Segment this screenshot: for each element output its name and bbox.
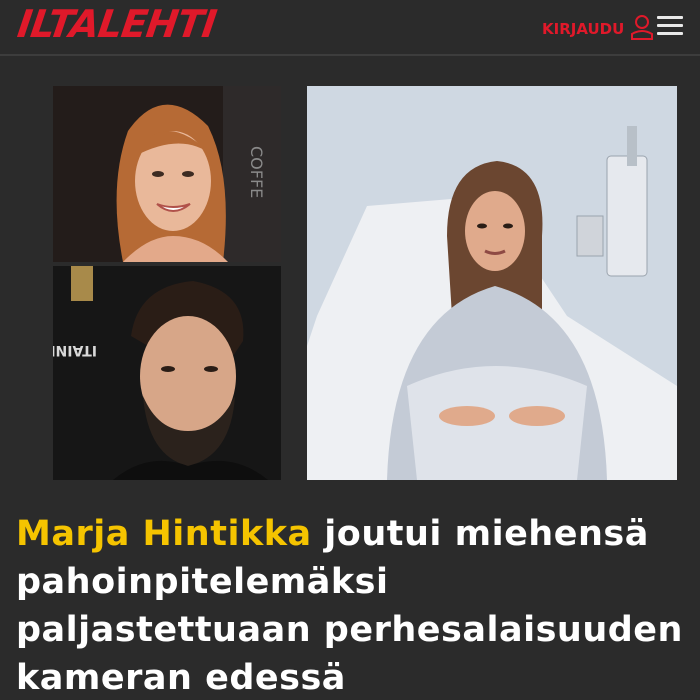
hospital-bed-photo: [307, 86, 677, 480]
svg-text:COFFE: COFFE: [247, 146, 266, 198]
login-label: KIRJAUDU: [542, 20, 625, 38]
user-icon: [630, 14, 654, 44]
sign-text: ITAINEN: [53, 342, 97, 358]
site-header: ILTALEHTI KIRJAUDU: [0, 0, 700, 56]
hamburger-menu-icon[interactable]: [657, 16, 683, 36]
headline-name: Marja Hintikka: [16, 514, 312, 554]
article-headline[interactable]: Marja Hintikka joutui miehensä pahoinpit…: [16, 510, 691, 700]
site-logo[interactable]: ILTALEHTI: [15, 2, 219, 46]
portrait-photo-man: ITAINEN: [53, 266, 281, 480]
portrait-photo-woman: COFFE: [53, 86, 281, 262]
article-image-area[interactable]: COFFE ITAINEN: [0, 56, 700, 481]
login-button[interactable]: KIRJAUDU: [542, 14, 654, 44]
page: ILTALEHTI KIRJAUDU COFFE ITAIN Marja Hin…: [0, 0, 700, 700]
